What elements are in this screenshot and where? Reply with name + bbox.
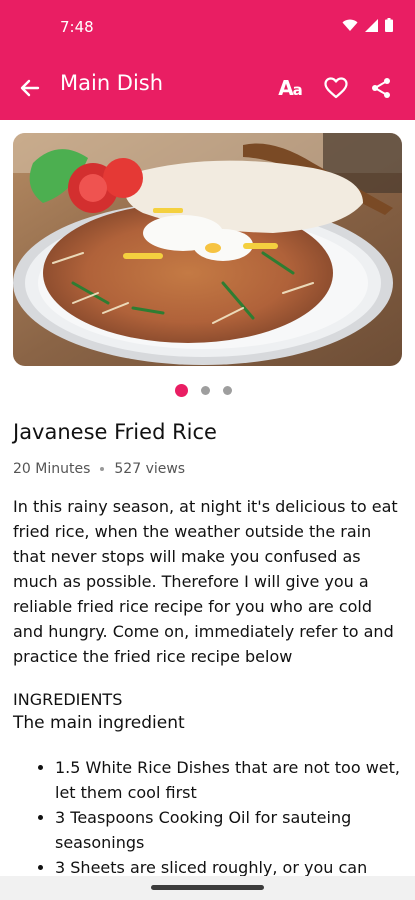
recipe-meta: 20 Minutes 527 views <box>13 461 185 477</box>
text-size-big: A <box>278 76 294 100</box>
ingredient-list: 1.5 White Rice Dishes that are not too w… <box>37 755 415 880</box>
page-title: Main Dish <box>60 71 164 95</box>
share-button[interactable] <box>366 74 396 102</box>
wifi-icon <box>342 19 358 31</box>
recipe-description: In this rainy season, at night it's deli… <box>13 497 398 666</box>
recipe-image[interactable] <box>13 133 402 366</box>
ingredient-item: 3 Teaspoons Cooking Oil for sauteing sea… <box>55 805 415 855</box>
signal-icon <box>365 18 378 32</box>
recipe-views: 527 views <box>114 461 186 477</box>
text-size-icon: Aa <box>278 76 303 100</box>
home-gesture-handle[interactable] <box>151 885 264 890</box>
meta-separator <box>100 467 105 471</box>
favorite-button[interactable] <box>321 74 351 102</box>
image-carousel-indicator[interactable] <box>175 384 232 397</box>
share-icon <box>372 78 390 98</box>
heart-icon <box>324 77 348 99</box>
status-bar: 7:48 <box>0 0 415 56</box>
ingredient-item: 1.5 White Rice Dishes that are not too w… <box>55 755 415 805</box>
carousel-dot[interactable] <box>201 386 210 395</box>
back-arrow-icon <box>20 79 40 97</box>
ingredients-subheading: The main ingredient <box>13 713 185 733</box>
recipe-duration: 20 Minutes <box>13 461 91 477</box>
app-bar: Main Dish Aa <box>0 56 415 120</box>
carousel-dot[interactable] <box>223 386 232 395</box>
battery-icon <box>385 18 393 32</box>
ingredients-heading: INGREDIENTS <box>13 690 123 709</box>
text-size-button[interactable]: Aa <box>275 74 305 102</box>
back-button[interactable] <box>16 74 44 102</box>
recipe-title: Javanese Fried Rice <box>13 420 217 444</box>
fried-rice-photo <box>13 133 402 366</box>
text-size-small: a <box>292 81 303 99</box>
status-time: 7:48 <box>60 18 94 36</box>
system-nav-bar <box>0 876 415 900</box>
carousel-dot-active[interactable] <box>175 384 188 397</box>
status-icons <box>342 18 393 32</box>
